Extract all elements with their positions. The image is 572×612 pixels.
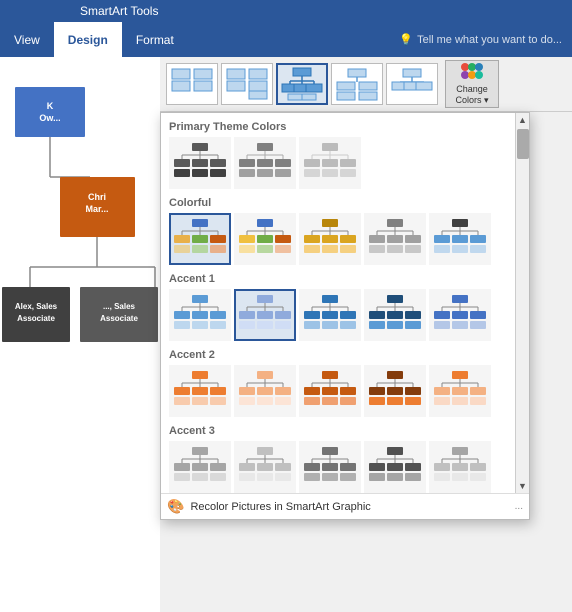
- color-option-a2-5[interactable]: [429, 365, 491, 417]
- panel-content: Primary Theme Colors: [161, 113, 515, 493]
- more-dots: ...: [515, 501, 523, 512]
- search-icon: 💡: [399, 33, 413, 46]
- color-option-c5[interactable]: [429, 213, 491, 265]
- svg-text:Chri: Chri: [88, 192, 106, 202]
- color-option-a3-3[interactable]: [299, 441, 361, 493]
- color-option-c2[interactable]: [234, 213, 296, 265]
- smartart-canvas: K Ow... Chri Mar... Alex, Sales Associat…: [0, 57, 160, 612]
- color-option-a1-5[interactable]: [429, 289, 491, 341]
- svg-text:Alex, Sales: Alex, Sales: [15, 302, 58, 311]
- colorful-grid: [167, 211, 509, 269]
- color-option-c3[interactable]: [299, 213, 361, 265]
- section-accent2-label: Accent 2: [167, 345, 509, 363]
- scroll-down-arrow[interactable]: ▼: [516, 479, 530, 493]
- color-option-a3-2[interactable]: [234, 441, 296, 493]
- change-colors-button[interactable]: ChangeColors ▾: [445, 60, 499, 108]
- layout-icon-3[interactable]: [276, 63, 328, 105]
- section-accent1-label: Accent 1: [167, 269, 509, 287]
- layout-icon-2[interactable]: [221, 63, 273, 105]
- tab-view[interactable]: View: [0, 22, 54, 57]
- color-option-pt2[interactable]: [234, 137, 296, 189]
- svg-text:..., Sales: ..., Sales: [103, 302, 136, 311]
- color-option-a2-1[interactable]: [169, 365, 231, 417]
- change-colors-label: ChangeColors ▾: [455, 84, 488, 106]
- section-colorful-label: Colorful: [167, 193, 509, 211]
- color-option-pt1[interactable]: [169, 137, 231, 189]
- color-dots-icon: [460, 62, 484, 82]
- layout-icon-4[interactable]: [331, 63, 383, 105]
- change-colors-dropdown: Primary Theme Colors: [160, 112, 530, 520]
- color-option-a1-2[interactable]: [234, 289, 296, 341]
- color-option-a3-5[interactable]: [429, 441, 491, 493]
- svg-text:Mar...: Mar...: [85, 204, 108, 214]
- recolor-label: Recolor Pictures in SmartArt Graphic: [190, 501, 370, 513]
- color-option-pt3[interactable]: [299, 137, 361, 189]
- layout-icons-row: ChangeColors ▾: [160, 57, 572, 112]
- title-label: SmartArt Tools: [80, 4, 158, 18]
- scroll-thumb[interactable]: [517, 129, 529, 159]
- section-accent3-label: Accent 3: [167, 421, 509, 439]
- color-option-a3-1[interactable]: [169, 441, 231, 493]
- title-bar: SmartArt Tools: [0, 0, 572, 22]
- search-placeholder[interactable]: Tell me what you want to do...: [417, 34, 562, 46]
- recolor-pictures-button[interactable]: 🎨 Recolor Pictures in SmartArt Graphic .…: [161, 493, 529, 519]
- scroll-up-arrow[interactable]: ▲: [516, 113, 530, 127]
- svg-text:K: K: [47, 101, 54, 111]
- tab-format[interactable]: Format: [122, 22, 188, 57]
- accent1-grid: [167, 287, 509, 345]
- color-option-a1-3[interactable]: [299, 289, 361, 341]
- ribbon-search: 💡 Tell me what you want to do...: [399, 22, 572, 57]
- dropdown-scrollbar[interactable]: ▲ ▼: [515, 113, 529, 493]
- color-option-a2-2[interactable]: [234, 365, 296, 417]
- color-option-a3-4[interactable]: [364, 441, 426, 493]
- section-primary-label: Primary Theme Colors: [167, 117, 509, 135]
- svg-text:Ow...: Ow...: [39, 113, 60, 123]
- scrollbar-container: Primary Theme Colors: [161, 113, 529, 493]
- main-area: K Ow... Chri Mar... Alex, Sales Associat…: [0, 57, 572, 612]
- ribbon: View Design Format 💡 Tell me what you wa…: [0, 22, 572, 57]
- color-option-c1[interactable]: [169, 213, 231, 265]
- color-option-a2-3[interactable]: [299, 365, 361, 417]
- svg-text:Associate: Associate: [100, 314, 138, 323]
- layout-icon-5[interactable]: [386, 63, 438, 105]
- color-option-a1-1[interactable]: [169, 289, 231, 341]
- recolor-icon: 🎨: [167, 498, 184, 515]
- primary-color-grid: [167, 135, 509, 193]
- color-option-a1-4[interactable]: [364, 289, 426, 341]
- accent3-grid: [167, 439, 509, 493]
- svg-text:Associate: Associate: [17, 314, 55, 323]
- accent2-grid: [167, 363, 509, 421]
- layout-icon-1[interactable]: [166, 63, 218, 105]
- color-option-c4[interactable]: [364, 213, 426, 265]
- color-option-a2-4[interactable]: [364, 365, 426, 417]
- tab-design[interactable]: Design: [54, 22, 122, 57]
